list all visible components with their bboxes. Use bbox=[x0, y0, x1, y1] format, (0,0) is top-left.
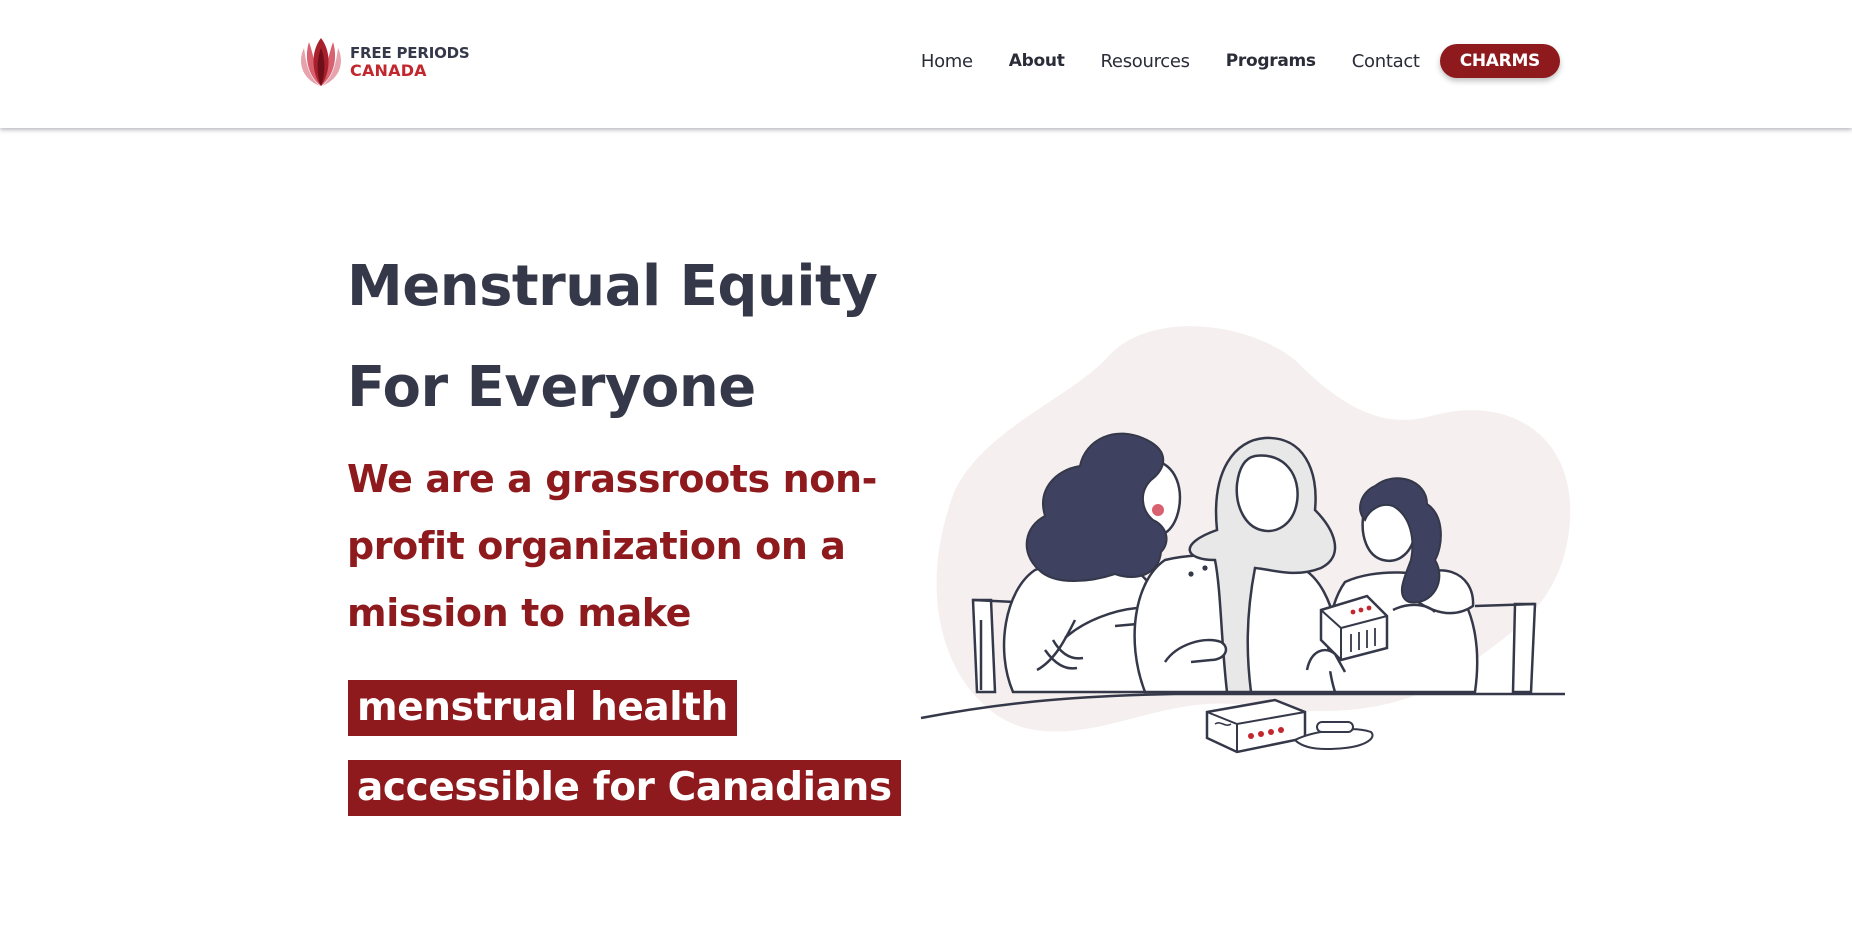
earring bbox=[1152, 504, 1164, 516]
tulip-logo-icon bbox=[301, 38, 341, 86]
site-header: FREE PERIODS CANADA Home About Resources… bbox=[0, 0, 1852, 128]
hero-subtitle-line1: We are a grassroots non- bbox=[347, 457, 877, 501]
hero-subtitle: We are a grassroots non- profit organiza… bbox=[347, 446, 907, 647]
woman-middle-face bbox=[1235, 454, 1299, 533]
charms-button[interactable]: CHARMS bbox=[1439, 44, 1560, 78]
hero-subtitle-line2: profit organization on a bbox=[347, 524, 846, 568]
logo-name-line2: CANADA bbox=[350, 61, 427, 80]
logo-name-line1: FREE PERIODS bbox=[350, 44, 470, 62]
main-nav: Home About Resources Programs Contact CH… bbox=[885, 44, 1560, 78]
pad-items bbox=[1293, 721, 1374, 750]
nav-home[interactable]: Home bbox=[921, 51, 973, 72]
hero-subtitle-line3: mission to make bbox=[347, 591, 692, 635]
nav-programs[interactable]: Programs bbox=[1226, 51, 1316, 71]
pad-box-table bbox=[1205, 698, 1307, 754]
nav-contact[interactable]: Contact bbox=[1352, 51, 1420, 72]
site-logo[interactable]: FREE PERIODS CANADA bbox=[296, 36, 486, 88]
hero-title-line2: For Everyone bbox=[347, 355, 756, 420]
hero-title-line1: Menstrual Equity bbox=[347, 254, 878, 319]
hero-title: Menstrual Equity For Everyone bbox=[347, 236, 907, 438]
nav-about[interactable]: About bbox=[1009, 51, 1065, 71]
highlight-menstrual-health: menstrual health bbox=[348, 680, 737, 736]
nav-resources[interactable]: Resources bbox=[1101, 51, 1191, 72]
highlight-accessible: accessible for Canadians bbox=[348, 760, 901, 816]
hero-illustration bbox=[920, 326, 1571, 754]
